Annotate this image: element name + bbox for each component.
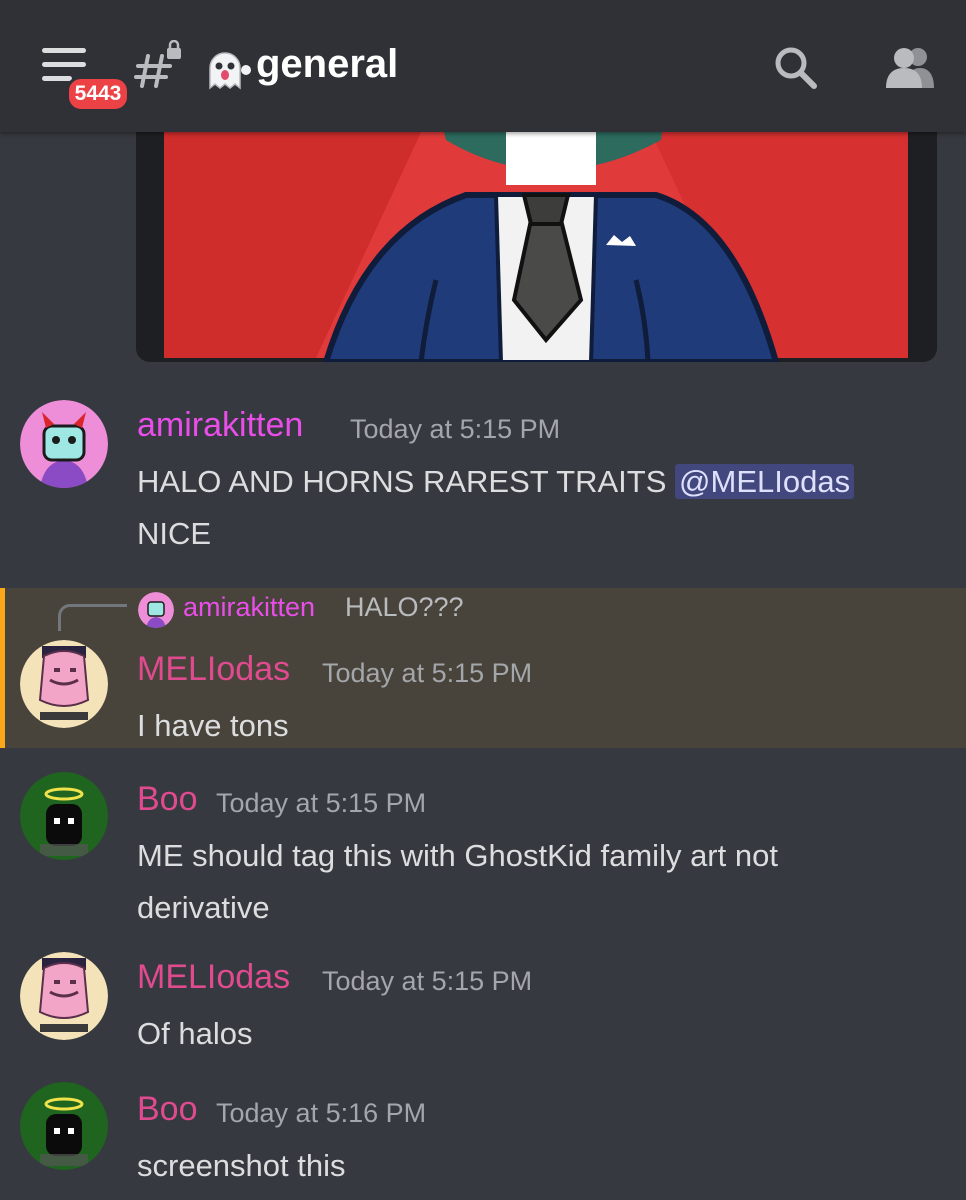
message-group[interactable]: Boo Today at 5:16 PM screenshot this — [0, 1080, 966, 1200]
username[interactable]: Boo — [137, 1090, 198, 1129]
message-group[interactable]: MELIodas Today at 5:15 PM Of halos — [0, 948, 966, 1060]
timestamp: Today at 5:16 PM — [216, 1098, 427, 1128]
reply-preview[interactable]: HALO??? — [345, 592, 464, 623]
message-content: HALO AND HORNS RAREST TRAITS @MELIodas N… — [137, 456, 927, 560]
search-icon[interactable] — [772, 44, 818, 90]
timestamp: Today at 5:15 PM — [322, 966, 533, 996]
avatar[interactable] — [20, 952, 108, 1040]
message-text: ME should tag this with GhostKid family … — [137, 838, 778, 925]
message-group[interactable]: MELIodas Today at 5:15 PM I have tons — [0, 636, 966, 748]
channel-name: general — [256, 42, 399, 86]
username[interactable]: MELIodas — [137, 958, 290, 997]
timestamp: Today at 5:15 PM — [350, 414, 561, 444]
avatar[interactable] — [20, 400, 108, 488]
username[interactable]: amirakitten — [137, 406, 303, 445]
message-text: I have tons — [137, 708, 289, 743]
hamburger-menu-icon — [42, 48, 86, 53]
avatar[interactable] — [20, 1082, 108, 1170]
username[interactable]: Boo — [137, 780, 198, 819]
unread-badge: 5443 — [66, 76, 130, 112]
channel-header: 5443 general — [0, 0, 966, 132]
members-icon[interactable] — [882, 44, 936, 90]
image-attachment[interactable] — [136, 100, 937, 362]
user-mention[interactable]: @MELIodas — [675, 464, 855, 499]
timestamp: Today at 5:15 PM — [322, 658, 533, 688]
message-group[interactable]: amirakitten Today at 5:15 PM HALO AND HO… — [0, 396, 966, 566]
locked-text-channel-icon — [134, 40, 181, 88]
reply-avatar[interactable] — [138, 592, 174, 628]
avatar[interactable] — [20, 772, 108, 860]
message-text: NICE — [137, 516, 212, 551]
hamburger-bar — [42, 76, 72, 81]
timestamp: Today at 5:15 PM — [216, 788, 427, 818]
ghost-emoji-icon — [209, 52, 251, 90]
avatar[interactable] — [20, 640, 108, 728]
reply-author[interactable]: amirakitten — [183, 592, 315, 623]
hamburger-bar — [42, 62, 86, 67]
reply-connector — [58, 604, 127, 631]
message-text: Of halos — [137, 1016, 253, 1051]
message-group[interactable]: Boo Today at 5:15 PM ME should tag this … — [0, 770, 966, 940]
message-text: screenshot this — [137, 1148, 346, 1183]
message-text: HALO AND HORNS RAREST TRAITS — [137, 464, 676, 499]
username[interactable]: MELIodas — [137, 650, 290, 689]
